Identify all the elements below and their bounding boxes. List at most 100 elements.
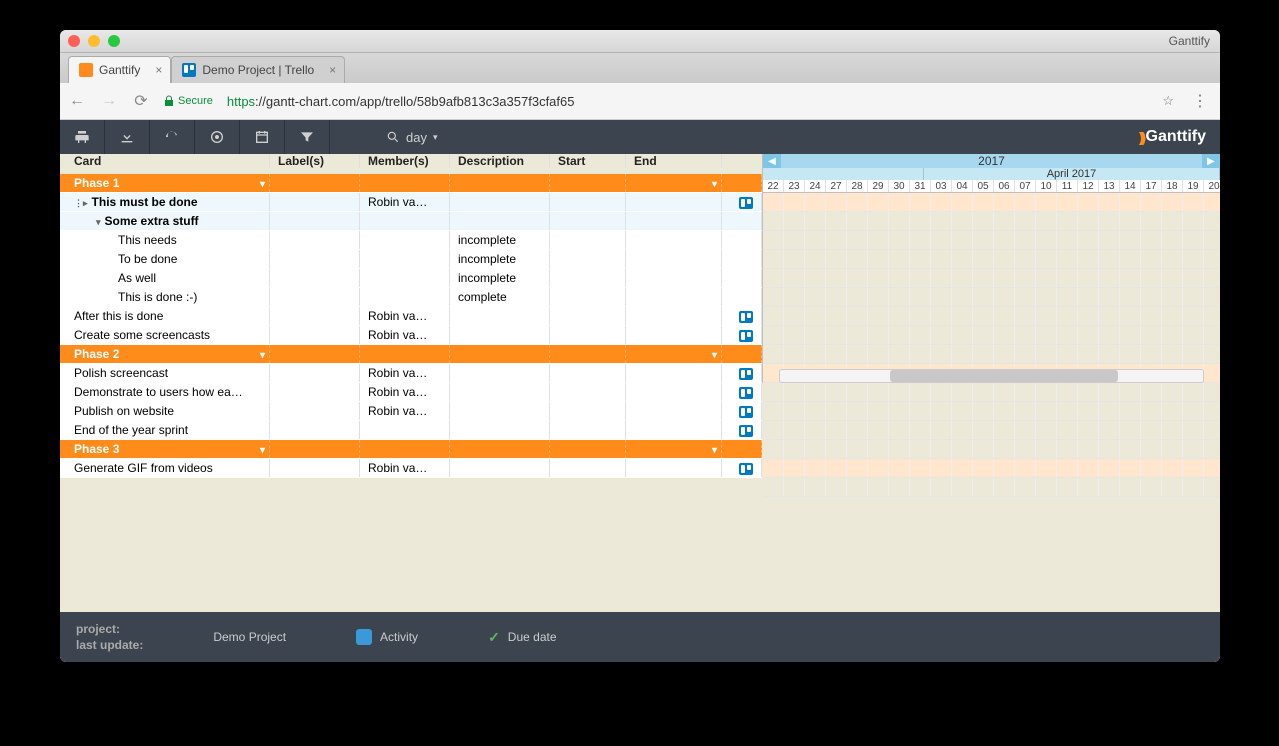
browser-menu-icon[interactable]: ⋮	[1188, 91, 1212, 111]
gantt-row[interactable]	[763, 421, 1220, 440]
day-header[interactable]: 18	[1162, 180, 1183, 192]
browser-tab-ganttify[interactable]: Ganttify ×	[68, 56, 171, 83]
day-header[interactable]: 28	[847, 180, 868, 192]
horizontal-scrollbar[interactable]: ◀ ▶	[763, 369, 1220, 383]
gantt-row[interactable]	[763, 402, 1220, 421]
scroll-track[interactable]	[779, 369, 1204, 383]
calendar-button[interactable]	[240, 120, 285, 154]
chevron-down-icon[interactable]: ▾	[260, 176, 265, 192]
day-header[interactable]: 10	[1036, 180, 1057, 192]
chevron-down-icon[interactable]: ▾	[712, 176, 717, 192]
gantt-row[interactable]	[763, 307, 1220, 326]
chevron-down-icon[interactable]: ▾	[260, 442, 265, 458]
day-header[interactable]: 11	[1057, 180, 1078, 192]
chevron-down-icon[interactable]: ▾	[712, 347, 717, 363]
gantt-row[interactable]	[763, 326, 1220, 345]
expand-icon[interactable]: ⋮▸	[74, 198, 88, 208]
gantt-row[interactable]	[763, 288, 1220, 307]
reload-button[interactable]: ⟳	[132, 91, 150, 111]
phase-row[interactable]: Phase 1▾▾	[60, 174, 762, 193]
cell-end: ▾	[626, 440, 722, 458]
day-header[interactable]: 30	[889, 180, 910, 192]
trello-icon[interactable]	[739, 387, 753, 399]
gantt-row[interactable]	[763, 459, 1220, 478]
gantt-row[interactable]	[763, 345, 1220, 364]
minimize-window-button[interactable]	[88, 35, 100, 47]
task-row[interactable]: ▾Some extra stuff	[60, 212, 762, 231]
task-row[interactable]: After this is doneRobin va…	[60, 307, 762, 326]
day-header[interactable]: 29	[868, 180, 889, 192]
zoom-dropdown[interactable]: day ▾	[374, 130, 450, 145]
target-button[interactable]	[195, 120, 240, 154]
header-start[interactable]: Start	[550, 154, 626, 168]
task-row[interactable]: ⋮▸This must be doneRobin va…	[60, 193, 762, 212]
print-button[interactable]	[60, 120, 105, 154]
trello-icon[interactable]	[739, 197, 753, 209]
header-description[interactable]: Description	[450, 154, 550, 168]
day-header[interactable]: 23	[784, 180, 805, 192]
bookmark-star-icon[interactable]: ☆	[1162, 93, 1174, 109]
gantt-row[interactable]	[763, 193, 1220, 212]
header-card[interactable]: Card	[60, 154, 270, 168]
gantt-row[interactable]	[763, 383, 1220, 402]
trello-icon[interactable]	[739, 330, 753, 342]
gantt-row[interactable]	[763, 212, 1220, 231]
timeline-next-button[interactable]: ▶	[1202, 154, 1220, 168]
chevron-down-icon[interactable]: ▾	[712, 442, 717, 458]
refresh-button[interactable]	[150, 120, 195, 154]
trello-icon[interactable]	[739, 368, 753, 380]
day-header[interactable]: 14	[1120, 180, 1141, 192]
close-window-button[interactable]	[68, 35, 80, 47]
task-row[interactable]: Create some screencastsRobin va…	[60, 326, 762, 345]
secure-indicator[interactable]: Secure	[164, 95, 213, 107]
filter-button[interactable]	[285, 120, 330, 154]
cell-end	[626, 402, 722, 420]
trello-icon[interactable]	[739, 406, 753, 418]
day-header[interactable]: 05	[973, 180, 994, 192]
day-header[interactable]: 19	[1183, 180, 1204, 192]
task-row[interactable]: Polish screencastRobin va…	[60, 364, 762, 383]
url-display[interactable]: https://gantt-chart.com/app/trello/58b9a…	[227, 94, 575, 109]
gantt-row[interactable]	[763, 478, 1220, 497]
close-tab-icon[interactable]: ×	[329, 63, 336, 77]
download-button[interactable]	[105, 120, 150, 154]
day-header[interactable]: 24	[805, 180, 826, 192]
brand-logo[interactable]: ))) Ganttify	[1128, 128, 1220, 146]
task-row[interactable]: To be doneincomplete	[60, 250, 762, 269]
timeline-prev-button[interactable]: ◀	[763, 154, 781, 168]
browser-tab-trello[interactable]: Demo Project | Trello ×	[171, 56, 345, 83]
day-header[interactable]: 12	[1078, 180, 1099, 192]
header-labels[interactable]: Label(s)	[270, 154, 360, 168]
back-button[interactable]: ←	[68, 92, 86, 110]
trello-icon[interactable]	[739, 311, 753, 323]
collapse-icon[interactable]: ▾	[96, 217, 101, 227]
day-header[interactable]: 13	[1099, 180, 1120, 192]
day-header[interactable]: 06	[994, 180, 1015, 192]
trello-icon[interactable]	[739, 463, 753, 475]
day-header[interactable]: 07	[1015, 180, 1036, 192]
day-header[interactable]: 03	[931, 180, 952, 192]
gantt-row[interactable]	[763, 440, 1220, 459]
day-header[interactable]: 22	[763, 180, 784, 192]
forward-button[interactable]: →	[100, 92, 118, 110]
maximize-window-button[interactable]	[108, 35, 120, 47]
chevron-down-icon[interactable]: ▾	[260, 347, 265, 363]
day-header[interactable]: 20	[1204, 180, 1220, 192]
header-end[interactable]: End	[626, 154, 722, 168]
phase-row[interactable]: Phase 2▾▾	[60, 345, 762, 364]
day-header[interactable]: 27	[826, 180, 847, 192]
day-header[interactable]: 17	[1141, 180, 1162, 192]
close-tab-icon[interactable]: ×	[155, 63, 162, 77]
header-members[interactable]: Member(s)	[360, 154, 450, 168]
day-header[interactable]: 31	[910, 180, 931, 192]
gantt-row[interactable]	[763, 231, 1220, 250]
gantt-row[interactable]	[763, 250, 1220, 269]
day-header[interactable]: 04	[952, 180, 973, 192]
task-row[interactable]: As wellincomplete	[60, 269, 762, 288]
trello-icon[interactable]	[739, 425, 753, 437]
task-row[interactable]: This is done :-)complete	[60, 288, 762, 307]
gantt-grid[interactable]	[763, 193, 1220, 369]
scroll-thumb[interactable]	[890, 370, 1118, 382]
gantt-row[interactable]	[763, 269, 1220, 288]
task-row[interactable]: This needsincomplete	[60, 231, 762, 250]
